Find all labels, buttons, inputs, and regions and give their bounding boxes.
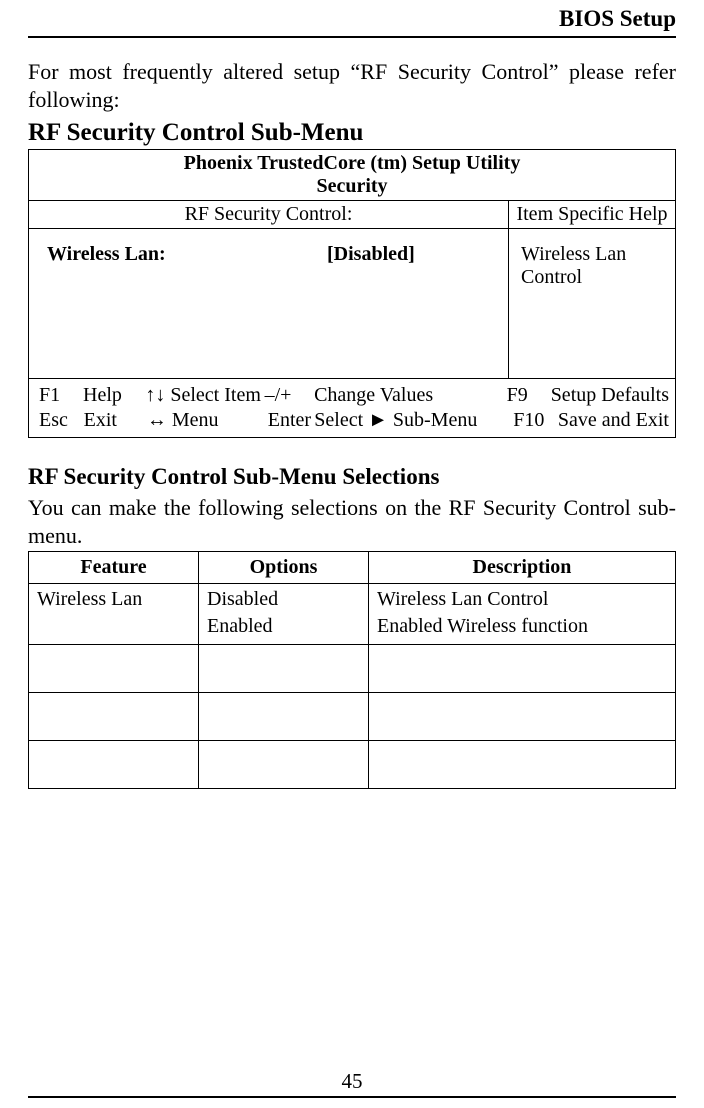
table-row bbox=[29, 741, 676, 789]
bios-help-text: Wireless Lan Control bbox=[509, 229, 675, 378]
section-heading-submenu: RF Security Control Sub-Menu bbox=[28, 119, 676, 147]
bios-screen-table: Phoenix TrustedCore (tm) Setup Utility S… bbox=[28, 149, 676, 438]
th-feature: Feature bbox=[29, 552, 199, 584]
key-enter: Enter bbox=[268, 408, 315, 433]
table-header-row: Feature Options Description bbox=[29, 552, 676, 584]
table-row bbox=[29, 693, 676, 741]
key-f1-label: Help bbox=[83, 383, 145, 408]
table-row: Wireless Lan Disabled Enabled Wireless L… bbox=[29, 584, 676, 645]
key-f10-label: Save and Exit bbox=[558, 408, 669, 433]
bios-tab-security: Security bbox=[29, 175, 675, 201]
bios-key-footer: F1 Help ↑↓ Select Item –/+ Change Values… bbox=[29, 379, 675, 437]
selections-paragraph: You can make the following selections on… bbox=[28, 494, 676, 549]
cell-empty bbox=[29, 645, 199, 693]
key-f10: F10 bbox=[513, 408, 558, 433]
cell-empty bbox=[199, 693, 369, 741]
key-minusplus: –/+ bbox=[265, 383, 315, 408]
desc-line-2: Enabled Wireless function bbox=[377, 613, 667, 640]
key-enter-label: Select ► Sub-Menu bbox=[314, 408, 513, 433]
bios-footer-row-2: Esc Exit ↔ Menu Enter Select ► Sub-Menu … bbox=[39, 408, 669, 433]
key-f9-label: Setup Defaults bbox=[551, 383, 669, 408]
bios-body: Wireless Lan: [Disabled] Wireless Lan Co… bbox=[29, 229, 675, 379]
key-minusplus-label: Change Values bbox=[314, 383, 507, 408]
cell-options: Disabled Enabled bbox=[199, 584, 369, 645]
bios-utility-title: Phoenix TrustedCore (tm) Setup Utility bbox=[29, 150, 675, 175]
cell-empty bbox=[369, 741, 676, 789]
page-number: 45 bbox=[342, 1069, 363, 1093]
bios-setting-label: Wireless Lan: bbox=[47, 243, 327, 370]
selections-table: Feature Options Description Wireless Lan… bbox=[28, 551, 676, 789]
cell-empty bbox=[29, 693, 199, 741]
bios-footer-row-1: F1 Help ↑↓ Select Item –/+ Change Values… bbox=[39, 383, 669, 408]
bios-right-heading: Item Specific Help bbox=[509, 201, 675, 228]
option-enabled: Enabled bbox=[207, 613, 360, 640]
page-footer: 45 bbox=[28, 1069, 676, 1098]
bios-column-headers: RF Security Control: Item Specific Help bbox=[29, 201, 675, 229]
th-description: Description bbox=[369, 552, 676, 584]
bios-left-heading: RF Security Control: bbox=[29, 201, 509, 228]
key-f1: F1 bbox=[39, 383, 83, 408]
key-esc-label: Exit bbox=[84, 408, 147, 433]
th-options: Options bbox=[199, 552, 369, 584]
cell-empty bbox=[199, 741, 369, 789]
key-leftright: ↔ Menu bbox=[147, 408, 268, 433]
key-updown: ↑↓ Select Item bbox=[145, 383, 264, 408]
bios-setting-row: Wireless Lan: [Disabled] bbox=[29, 229, 509, 378]
desc-line-1: Wireless Lan Control bbox=[377, 586, 667, 613]
option-disabled: Disabled bbox=[207, 586, 360, 613]
cell-feature: Wireless Lan bbox=[29, 584, 199, 645]
cell-empty bbox=[369, 645, 676, 693]
cell-empty bbox=[369, 693, 676, 741]
header-title: BIOS Setup bbox=[559, 6, 676, 31]
bios-setting-value: [Disabled] bbox=[327, 243, 415, 370]
key-esc: Esc bbox=[39, 408, 84, 433]
intro-paragraph: For most frequently altered setup “RF Se… bbox=[28, 58, 676, 113]
page-header: BIOS Setup bbox=[28, 0, 676, 38]
cell-empty bbox=[199, 645, 369, 693]
section-heading-selections: RF Security Control Sub-Menu Selections bbox=[28, 464, 676, 490]
key-f9: F9 bbox=[507, 383, 551, 408]
cell-description: Wireless Lan Control Enabled Wireless fu… bbox=[369, 584, 676, 645]
table-row bbox=[29, 645, 676, 693]
cell-empty bbox=[29, 741, 199, 789]
